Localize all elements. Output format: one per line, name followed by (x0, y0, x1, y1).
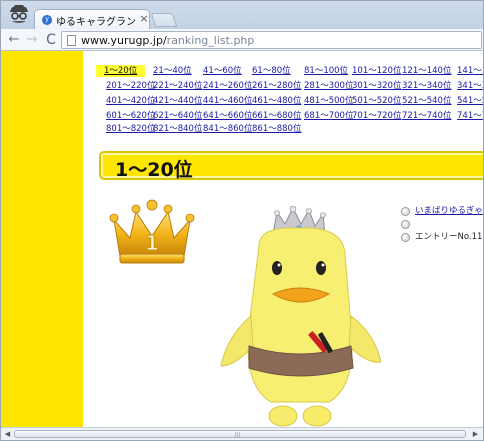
rank-range-link[interactable]: 601～620位 (106, 110, 155, 122)
rank-range-link[interactable]: 421～440位 (153, 95, 202, 107)
url-path: ranking_list.php (166, 34, 255, 47)
url-text: www.yurugp.jp/ranking_list.php (81, 34, 254, 47)
rank-range-link[interactable]: 221～240位 (153, 80, 202, 92)
scroll-thumb[interactable]: ||| (14, 430, 466, 438)
left-yellow-sidebar (1, 51, 85, 427)
tab-active[interactable]: y ゆるキャラグランプリ20 × (34, 9, 150, 29)
list-item[interactable]: いまばりゆるぎゃら (399, 205, 483, 219)
crown-rank-label: 1 (145, 231, 159, 255)
reload-icon[interactable]: C (43, 32, 59, 48)
bullet-icon (401, 207, 410, 216)
rank-range-link[interactable]: 841～860位 (203, 123, 252, 135)
page-viewport: 1～20位 21～40位 41～60位 61～80位 81～100位 101～120位 12… (1, 51, 483, 427)
rank-range-link[interactable]: 21～40位 (153, 65, 192, 77)
rank-range-link[interactable]: 701～720位 (352, 110, 401, 122)
entry-name-link[interactable]: いまばりゆるぎゃら (415, 205, 483, 218)
rank-range-link[interactable]: 341～36 (457, 80, 483, 92)
grip-icon: ||| (235, 432, 241, 438)
scroll-left-icon[interactable]: ◀ (2, 429, 13, 439)
rank-range-link[interactable]: 621～640位 (153, 110, 202, 122)
rank-range-link[interactable]: 201～220位 (106, 80, 155, 92)
rank-range-link[interactable]: 401～420位 (106, 95, 155, 107)
rank-range-link[interactable]: 301～320位 (352, 80, 401, 92)
toolbar: ← → C www.yurugp.jp/ranking_list.php (1, 29, 483, 51)
rank-range-link[interactable]: 241～260位 (203, 80, 252, 92)
rank-range-link[interactable]: 441～460位 (203, 95, 252, 107)
sidebar-divider (83, 51, 86, 427)
rank-range-link[interactable]: 1～20位 (96, 65, 146, 77)
url-host: www.yurugp.jp/ (81, 34, 167, 47)
page-icon (67, 35, 76, 46)
rank-range-link[interactable]: 41～60位 (203, 65, 242, 77)
horizontal-scrollbar[interactable]: ◀ ||| ▶ (1, 427, 483, 440)
section-title-bar: 1～20位 (99, 151, 483, 181)
list-item (399, 218, 483, 232)
rank-range-link[interactable]: 821～840位 (153, 123, 202, 135)
scroll-right-icon[interactable]: ▶ (470, 429, 481, 439)
rank-range-link[interactable]: 481～500位 (304, 95, 353, 107)
list-item: エントリーNo.117 (399, 231, 483, 245)
browser-window: y ゆるキャラグランプリ20 × ← → C www.yurugp.jp/ran… (0, 0, 484, 441)
close-icon[interactable]: × (139, 13, 149, 25)
back-arrow-icon[interactable]: ← (6, 32, 22, 48)
new-tab-button[interactable] (150, 13, 178, 27)
rank-range-link[interactable]: 521～540位 (402, 95, 451, 107)
site-favicon-icon: y (42, 15, 52, 25)
mascot-image (219, 205, 384, 427)
rank-range-link[interactable]: 661～680位 (252, 110, 301, 122)
tab-title: ゆるキャラグランプリ20 (56, 17, 136, 28)
rank-range-link[interactable]: 261～280位 (252, 80, 301, 92)
incognito-icon (7, 3, 31, 25)
rank-range-link[interactable]: 321～340位 (402, 80, 451, 92)
rank-range-link[interactable]: 281～300位 (304, 80, 353, 92)
rank-range-link[interactable]: 861～880位 (252, 123, 301, 135)
bullet-icon (401, 220, 410, 229)
rank-range-link[interactable]: 61～80位 (252, 65, 291, 77)
rank-range-link[interactable]: 641～660位 (203, 110, 252, 122)
address-bar[interactable]: www.yurugp.jp/ranking_list.php (61, 31, 482, 49)
rank-range-link[interactable]: 101～120位 (352, 65, 401, 77)
rank-range-link[interactable]: 741～76 (457, 110, 483, 122)
crown-icon: 1 (108, 198, 196, 268)
forward-arrow-icon[interactable]: → (24, 32, 40, 48)
rank-range-link[interactable]: 721～740位 (402, 110, 451, 122)
section-title: 1～20位 (115, 159, 193, 181)
bullet-icon (401, 233, 410, 242)
entry-number: エントリーNo.117 (415, 232, 483, 242)
rank-range-link[interactable]: 801～820位 (106, 123, 155, 135)
rank-range-link[interactable]: 501～520位 (352, 95, 401, 107)
rank-range-link[interactable]: 681～700位 (304, 110, 353, 122)
rank-range-link[interactable]: 81～100位 (304, 65, 348, 77)
tab-strip: y ゆるキャラグランプリ20 × (1, 1, 483, 29)
rank-range-link[interactable]: 141～16 (457, 65, 483, 77)
rank-range-link[interactable]: 461～480位 (252, 95, 301, 107)
rank-range-link[interactable]: 121～140位 (402, 65, 451, 77)
rank-range-link[interactable]: 541～56 (457, 95, 483, 107)
